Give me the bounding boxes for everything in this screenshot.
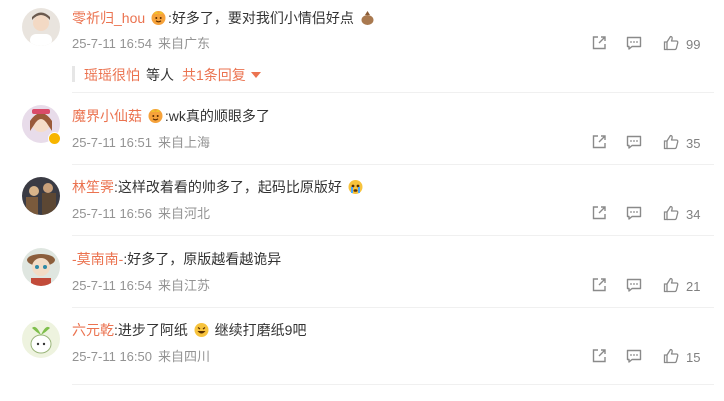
comment-line: -莫南南-:好多了，原版越看越诡异 bbox=[72, 249, 281, 269]
avatar[interactable] bbox=[22, 248, 60, 286]
share-icon[interactable] bbox=[590, 276, 608, 294]
like-count: 35 bbox=[686, 136, 701, 151]
like-icon[interactable] bbox=[662, 347, 680, 365]
like-count: 34 bbox=[686, 207, 701, 222]
comment-line: 林笙霁:这样改着看的帅多了，起码比原版好 bbox=[72, 177, 365, 197]
username[interactable]: 零祈归_hou bbox=[72, 10, 145, 26]
reply-etc: 等人 bbox=[146, 67, 174, 83]
comment-text-continued: 继续打磨纸9吧 bbox=[210, 322, 307, 338]
comment-text: 这样改着看的帅多了，起码比原版好 bbox=[117, 179, 342, 195]
comment-text: 好多了，原版越看越诡异 bbox=[127, 251, 282, 267]
comment-icon[interactable] bbox=[625, 276, 643, 294]
crying-emoji-icon bbox=[348, 180, 363, 194]
grinning-emoji-icon bbox=[194, 323, 209, 337]
comment-icon[interactable] bbox=[625, 34, 643, 52]
location: 来自河北 bbox=[158, 206, 211, 221]
like-count: 21 bbox=[686, 279, 701, 294]
comment-icon[interactable] bbox=[625, 347, 643, 365]
avatar[interactable] bbox=[22, 177, 60, 215]
username[interactable]: 林笙霁 bbox=[72, 179, 114, 195]
location: 来自上海 bbox=[158, 135, 211, 150]
comment-line: 六元乾:进步了阿纸 继续打磨纸9吧 bbox=[72, 320, 306, 340]
comment-meta: 25-7-11 16:54 来自广东 bbox=[72, 35, 216, 53]
reply-summary[interactable]: 瑶瑶很怕 等人 共1条回复 bbox=[84, 66, 261, 84]
timestamp: 25-7-11 16:54 bbox=[72, 278, 152, 293]
divider bbox=[72, 384, 714, 385]
chevron-down-icon[interactable] bbox=[250, 72, 261, 78]
divider bbox=[72, 307, 714, 308]
verified-badge-icon bbox=[48, 132, 61, 145]
like-count: 99 bbox=[686, 37, 701, 52]
like-icon[interactable] bbox=[662, 34, 680, 52]
location: 来自四川 bbox=[158, 349, 211, 364]
divider bbox=[72, 235, 714, 236]
comment-icon[interactable] bbox=[625, 133, 643, 151]
comment-meta: 25-7-11 16:51 来自上海 bbox=[72, 134, 216, 152]
timestamp: 25-7-11 16:56 bbox=[72, 206, 152, 221]
location: 来自江苏 bbox=[158, 278, 211, 293]
timestamp: 25-7-11 16:51 bbox=[72, 135, 152, 150]
share-icon[interactable] bbox=[590, 133, 608, 151]
comment-line: 魔界小仙菇 :wk真的顺眼多了 bbox=[72, 106, 270, 126]
username[interactable]: -莫南南- bbox=[72, 251, 123, 267]
avatar[interactable] bbox=[22, 8, 60, 46]
divider bbox=[72, 92, 714, 93]
like-icon[interactable] bbox=[662, 133, 680, 151]
like-icon[interactable] bbox=[662, 204, 680, 222]
share-icon[interactable] bbox=[590, 34, 608, 52]
timestamp: 25-7-11 16:54 bbox=[72, 36, 152, 51]
comment-line: 零祈归_hou :好多了，要对我们小情侣好点 bbox=[72, 8, 377, 28]
share-icon[interactable] bbox=[590, 347, 608, 365]
reply-count[interactable]: 共1条回复 bbox=[182, 67, 246, 83]
location: 来自广东 bbox=[158, 36, 211, 51]
username[interactable]: 六元乾 bbox=[72, 322, 114, 338]
comment-meta: 25-7-11 16:56 来自河北 bbox=[72, 205, 216, 223]
share-icon[interactable] bbox=[590, 204, 608, 222]
bag-emoji-icon bbox=[361, 11, 374, 25]
like-icon[interactable] bbox=[662, 276, 680, 294]
reply-divider bbox=[72, 66, 75, 82]
avatar[interactable] bbox=[22, 320, 60, 358]
comment-text: wk真的顺眼多了 bbox=[168, 108, 270, 124]
fan-badge-icon bbox=[147, 107, 164, 124]
comment-text: 进步了阿纸 bbox=[117, 322, 188, 338]
comment-text: 好多了，要对我们小情侣好点 bbox=[171, 10, 354, 26]
username[interactable]: 魔界小仙菇 bbox=[72, 108, 142, 124]
fan-badge-icon bbox=[150, 9, 167, 26]
timestamp: 25-7-11 16:50 bbox=[72, 349, 152, 364]
like-count: 15 bbox=[686, 350, 701, 365]
comment-meta: 25-7-11 16:54 来自江苏 bbox=[72, 277, 216, 295]
reply-user[interactable]: 瑶瑶很怕 bbox=[84, 67, 140, 83]
comment-meta: 25-7-11 16:50 来自四川 bbox=[72, 348, 216, 366]
comment-icon[interactable] bbox=[625, 204, 643, 222]
divider bbox=[72, 164, 714, 165]
